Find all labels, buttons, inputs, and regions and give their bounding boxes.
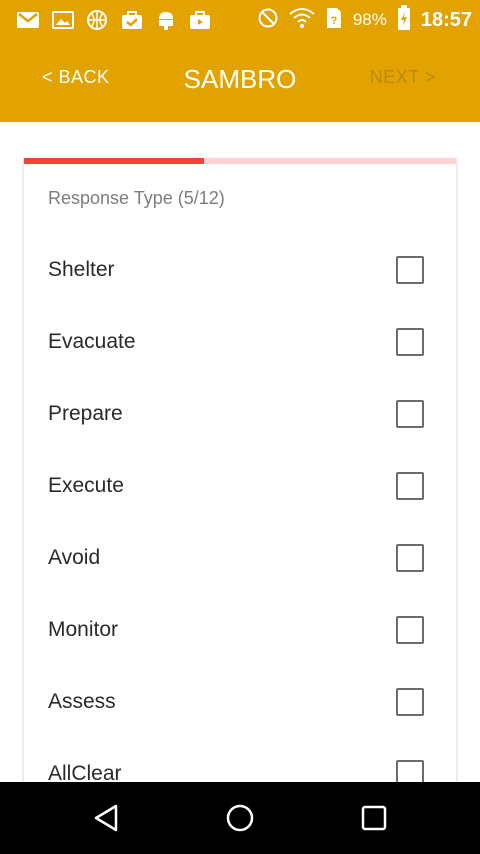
step-progress-fill xyxy=(24,158,204,164)
option-label: Prepare xyxy=(48,402,123,425)
option-execute[interactable]: Execute xyxy=(24,450,456,522)
status-bar: ? 98% 18:57 xyxy=(0,0,480,40)
step-progress-bar xyxy=(24,158,456,164)
option-label: Shelter xyxy=(48,258,115,281)
nav-recents-button[interactable] xyxy=(356,800,392,836)
clock: 18:57 xyxy=(420,8,472,31)
checkbox[interactable] xyxy=(396,616,424,644)
android-icon xyxy=(156,9,176,31)
svg-text:?: ? xyxy=(330,15,337,27)
checkbox[interactable] xyxy=(396,256,424,284)
sim-card-icon: ? xyxy=(325,6,343,35)
next-button[interactable]: NEXT > xyxy=(370,67,436,88)
response-type-card: Response Type (5/12) Shelter Evacuate Pr… xyxy=(24,158,456,798)
system-status: ? 98% 18:57 xyxy=(257,0,472,40)
option-evacuate[interactable]: Evacuate xyxy=(24,306,456,378)
image-icon xyxy=(52,10,74,30)
home-circle-icon xyxy=(222,800,258,836)
nav-back-button[interactable] xyxy=(89,800,125,836)
option-avoid[interactable]: Avoid xyxy=(24,522,456,594)
option-label: Assess xyxy=(48,690,116,713)
video-bag-icon xyxy=(188,9,212,31)
option-label: Avoid xyxy=(48,546,101,569)
checkbox[interactable] xyxy=(396,472,424,500)
option-prepare[interactable]: Prepare xyxy=(24,378,456,450)
checkbox[interactable] xyxy=(396,688,424,716)
battery-charging-icon xyxy=(397,4,411,36)
content-area: Response Type (5/12) Shelter Evacuate Pr… xyxy=(0,122,480,798)
card-heading: Response Type (5/12) xyxy=(48,188,225,208)
checkbox[interactable] xyxy=(396,328,424,356)
option-label: Monitor xyxy=(48,618,119,641)
option-label: Execute xyxy=(48,474,124,497)
checkbox[interactable] xyxy=(396,400,424,428)
option-assess[interactable]: Assess xyxy=(24,666,456,738)
do-not-disturb-icon xyxy=(257,7,279,34)
app-bar: < BACK SAMBRO NEXT > xyxy=(0,40,480,122)
recents-square-icon xyxy=(356,800,392,836)
system-nav-bar xyxy=(0,782,480,854)
gmail-icon xyxy=(16,10,40,30)
checkbox[interactable] xyxy=(396,544,424,572)
option-monitor[interactable]: Monitor xyxy=(24,594,456,666)
battery-percent: 98% xyxy=(352,10,387,29)
wifi-icon xyxy=(289,7,315,34)
basketball-icon xyxy=(86,9,108,31)
option-shelter[interactable]: Shelter xyxy=(24,234,456,306)
check-bag-icon xyxy=(120,9,144,31)
nav-home-button[interactable] xyxy=(222,800,258,836)
notification-icons xyxy=(16,8,212,32)
option-label: Evacuate xyxy=(48,330,136,353)
back-triangle-icon xyxy=(89,800,125,836)
